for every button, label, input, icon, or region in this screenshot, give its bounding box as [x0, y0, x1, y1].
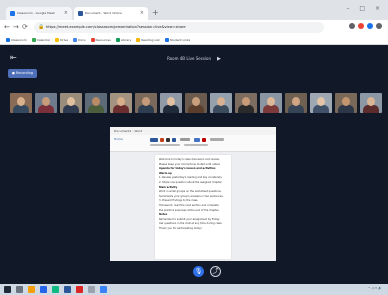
participant-video-tile[interactable]: [35, 93, 57, 113]
bookmark-item[interactable]: Docs: [73, 37, 86, 42]
participant-video-tile[interactable]: [60, 93, 82, 113]
taskbar-app-icon[interactable]: [52, 286, 59, 293]
ribbon-tab-home: Home: [114, 137, 123, 141]
bookmark-icon: [136, 37, 141, 42]
os-taskbar: ^ ◁ ▭ 🔊: [0, 284, 388, 295]
document-page[interactable]: Welcome to today's class discussion and …: [155, 155, 231, 259]
present-button[interactable]: ⤴: [210, 266, 221, 277]
tab-close-icon[interactable]: ×: [64, 7, 68, 20]
document-ribbon: Home: [110, 135, 276, 152]
reload-icon[interactable]: ⟳: [22, 22, 28, 33]
extension-icons: [349, 23, 382, 29]
bookmark-item[interactable]: Library: [115, 37, 132, 42]
extension-icon[interactable]: [349, 23, 355, 29]
meeting-title-text: Room 4B Live Session: [167, 56, 212, 61]
participant-video-tile[interactable]: [110, 93, 132, 113]
participant-video-tile[interactable]: [210, 93, 232, 113]
tab-label: Classroom - Google Meet: [17, 11, 55, 15]
bookmark-icon: [73, 37, 78, 42]
mic-button[interactable]: 🎙: [193, 266, 204, 277]
mic-icon: 🎙: [194, 268, 203, 275]
document-paragraph: Homework: read the next section and comp…: [159, 203, 219, 207]
participant-video-tile[interactable]: [360, 93, 382, 113]
taskbar-app-icon[interactable]: [100, 286, 107, 293]
address-bar[interactable]: 🔒 https://meet.example.com/classroom/pre…: [34, 22, 324, 33]
browser-toolbar: ← → ⟳ 🔒 https://meet.example.com/classro…: [0, 20, 388, 35]
participant-video-tile[interactable]: [10, 93, 32, 113]
participant-video-tile[interactable]: [85, 93, 107, 113]
bookmark-label: Student Links: [169, 37, 191, 42]
bookmark-item[interactable]: Classroom: [6, 37, 27, 42]
participant-video-tile[interactable]: [235, 93, 257, 113]
shared-screen: Document1 - Word Home Welcome to today's…: [110, 127, 276, 261]
extension-icon[interactable]: [376, 23, 382, 29]
extension-icon[interactable]: [367, 23, 373, 29]
bookmarks-bar: Classroom Calendar Drive Docs Resources Libra…: [0, 35, 388, 45]
taskbar-app-icon[interactable]: [76, 286, 83, 293]
bookmark-item[interactable]: Drive: [55, 37, 69, 42]
meet-favicon-icon: [10, 11, 15, 16]
system-tray[interactable]: ^ ◁ ▭ 🔊: [368, 286, 382, 290]
document-paragraph: the practice exercises at the end of the…: [159, 208, 220, 212]
back-arrow-icon[interactable]: ←: [4, 22, 10, 33]
bookmark-icon: [90, 37, 95, 42]
bookmark-label: Drive: [60, 37, 69, 42]
participant-video-tile[interactable]: [135, 93, 157, 113]
document-paragraph: Thank you for participating today!: [159, 226, 202, 230]
bookmark-icon: [115, 37, 120, 42]
document-paragraph: 2. Share one question about the assigned…: [159, 180, 223, 184]
participant-video-tile[interactable]: [185, 93, 207, 113]
bookmark-icon: [164, 37, 169, 42]
meeting-title: Room 4B Live Session ▶: [0, 56, 388, 62]
bookmark-label: Calendar: [36, 37, 51, 42]
chevron-right-icon[interactable]: ▶: [217, 56, 221, 62]
participant-video-tile[interactable]: [335, 93, 357, 113]
bookmark-label: Classroom: [11, 37, 27, 42]
bookmark-item[interactable]: Student Links: [164, 37, 191, 42]
window-controls[interactable]: – □ ×: [346, 5, 384, 12]
url-text: https://meet.example.com/classroom/prese…: [46, 25, 186, 29]
bookmark-label: Reading List: [141, 37, 160, 42]
meeting-header: ⇤ Room 4B Live Session ▶ ● Recording: [0, 46, 388, 84]
bookmark-item[interactable]: Resources: [90, 37, 111, 42]
extension-icon[interactable]: [358, 23, 364, 29]
taskbar-app-icon[interactable]: [16, 286, 23, 293]
document-window-title: Document1 - Word: [110, 127, 276, 135]
taskbar-app-icon[interactable]: [64, 286, 71, 293]
recording-badge[interactable]: ● Recording: [8, 69, 37, 78]
taskbar-app-icon[interactable]: [28, 286, 35, 293]
participant-strip: [10, 93, 388, 113]
bookmark-label: Library: [120, 37, 132, 42]
browser-tab-strip: Classroom - Google Meet × Document - Wor…: [0, 0, 388, 20]
bookmark-item[interactable]: Calendar: [31, 37, 51, 42]
bookmark-icon: [6, 37, 10, 42]
bookmark-label: Docs: [78, 37, 86, 42]
taskbar-app-icon[interactable]: [4, 286, 11, 293]
bookmark-icon: [55, 37, 60, 42]
tab-label: Document - Word Online: [85, 11, 122, 15]
participant-video-tile[interactable]: [260, 93, 282, 113]
taskbar-app-icon[interactable]: [88, 286, 95, 293]
document-paragraph: Welcome to today's class discussion and …: [159, 158, 220, 161]
word-favicon-icon: [78, 11, 83, 16]
tab-close-icon[interactable]: ×: [140, 7, 144, 20]
forward-arrow-icon[interactable]: →: [13, 22, 19, 33]
participant-video-tile[interactable]: [285, 93, 307, 113]
taskbar-app-icon[interactable]: [40, 286, 47, 293]
browser-tab-meet[interactable]: Classroom - Google Meet ×: [6, 7, 72, 20]
present-icon: ⤴: [212, 268, 219, 275]
new-tab-button[interactable]: +: [152, 8, 159, 18]
bookmark-label: Resources: [95, 37, 111, 42]
browser-tab-document[interactable]: Document - Word Online ×: [74, 7, 148, 20]
participant-video-tile[interactable]: [160, 93, 182, 113]
bookmark-item[interactable]: Reading List: [136, 37, 160, 42]
participant-video-tile[interactable]: [310, 93, 332, 113]
bookmark-icon: [31, 37, 36, 42]
lock-icon: 🔒: [38, 24, 45, 30]
